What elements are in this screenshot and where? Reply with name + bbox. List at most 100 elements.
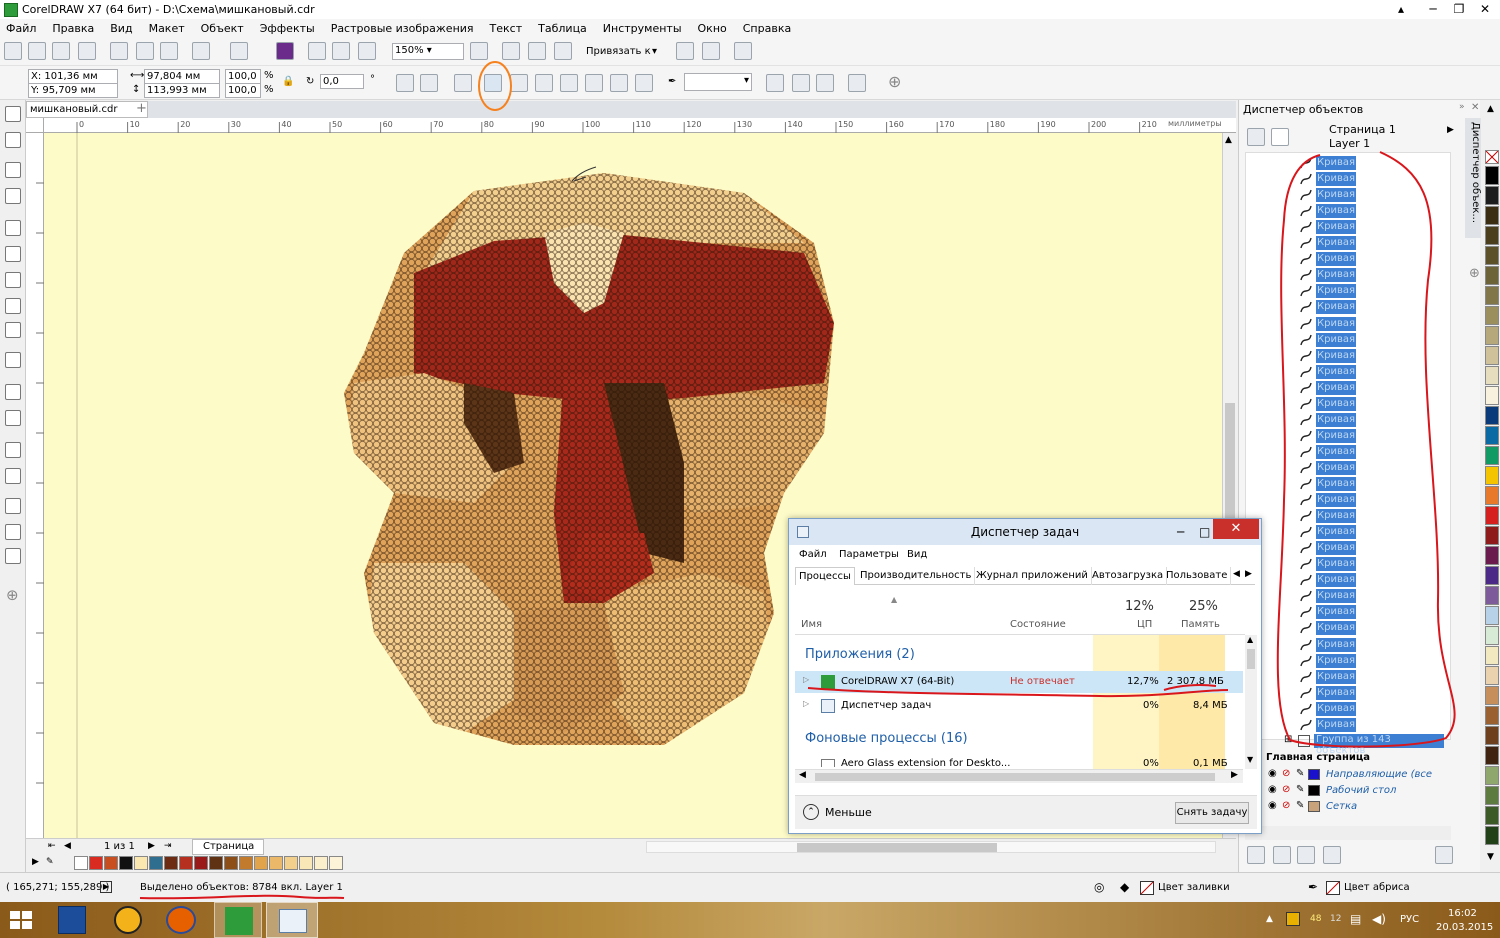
tree-item-curve[interactable]: Кривая [1296,155,1416,171]
tm-close-button[interactable]: ✕ [1213,519,1259,539]
parallel-dimension-tool-icon[interactable] [5,384,21,400]
process-row-aero[interactable]: Aero Glass extension for Deskto... 0% 0,… [795,755,1243,767]
palette-swatch[interactable] [1485,226,1499,245]
x-position-field[interactable]: X: 101,36 мм [28,69,118,84]
docker-h-scrollbar[interactable] [1245,826,1451,840]
visibility-eye-icon[interactable]: ◉ [1268,784,1277,795]
tree-item-curve[interactable]: Кривая [1296,396,1416,412]
redo-icon[interactable] [230,42,248,60]
menu-text[interactable]: Текст [490,22,523,35]
tm-h-scroll-thumb[interactable] [815,773,1215,781]
palette-swatch[interactable] [1485,526,1499,545]
tree-item-curve[interactable]: Кривая [1296,267,1416,283]
create-boundary-icon[interactable] [635,74,653,92]
tree-item-curve[interactable]: Кривая [1296,637,1416,653]
crop-tool-icon[interactable] [5,162,21,178]
maximize-button[interactable]: ❐ [1446,0,1472,19]
transparency-tool-icon[interactable] [5,468,21,484]
col-memory[interactable]: Память [1181,619,1220,630]
palette-swatch[interactable] [1485,466,1499,485]
end-task-button[interactable]: Снять задачу [1175,802,1249,824]
canvas-horizontal-scrollbar[interactable] [646,841,1216,853]
front-minus-back-icon[interactable] [585,74,603,92]
tab-users[interactable]: Пользовате [1163,567,1231,585]
intersect-icon[interactable] [535,74,553,92]
menu-view[interactable]: Вид [110,22,132,35]
menu-window[interactable]: Окно [698,22,727,35]
palette-swatch[interactable] [1485,746,1499,765]
trim-icon[interactable] [510,74,528,92]
menu-tools[interactable]: Инструменты [603,22,682,35]
scale-width-field[interactable]: 100,0 [225,69,261,84]
palette-swatch[interactable] [1485,166,1499,185]
outline-icon[interactable] [816,74,834,92]
print-icon[interactable] [78,42,96,60]
palette-swatch[interactable] [1485,646,1499,665]
tree-item-curve[interactable]: Кривая [1296,412,1416,428]
tree-item-curve[interactable]: Кривая [1296,540,1416,556]
process-row-coreldraw[interactable]: ▷ CorelDRAW X7 (64-Bit) Не отвечает 12,7… [795,671,1243,693]
palette-swatch[interactable] [194,856,208,870]
first-page-icon[interactable]: ⇤ [48,841,56,851]
process-row-taskmgr[interactable]: ▷ Диспетчер задач 0% 8,4 МБ [795,695,1243,717]
palette-swatch[interactable] [299,856,313,870]
language-indicator[interactable]: РУС [1400,914,1419,925]
deselect-icon[interactable] [792,74,810,92]
palette-swatch[interactable] [269,856,283,870]
palette-swatch[interactable] [89,856,103,870]
tree-item-curve[interactable]: Кривая [1296,316,1416,332]
tabs-scroll-left-icon[interactable]: ◀ [1233,569,1240,579]
network-icon[interactable]: ▤ [1350,912,1361,926]
palette-swatch[interactable] [149,856,163,870]
tree-item-curve[interactable]: Кривая [1296,572,1416,588]
menu-layout[interactable]: Макет [149,22,185,35]
col-status[interactable]: Состояние [1010,619,1066,630]
palette-swatch[interactable] [1485,326,1499,345]
palette-swatch[interactable] [1485,366,1499,385]
palette-swatch[interactable] [1485,346,1499,365]
tm-scroll-down-icon[interactable]: ▼ [1247,755,1253,764]
palette-swatch[interactable] [239,856,253,870]
text-tool-icon[interactable] [5,352,21,368]
docker-close-icon[interactable]: ✕ [1471,102,1479,113]
menu-effects[interactable]: Эффекты [260,22,315,35]
publish-pdf-icon[interactable] [358,42,376,60]
palette-swatch[interactable] [1485,806,1499,825]
clock-date[interactable]: 20.03.2015 [1436,922,1493,933]
snap-to-label[interactable]: Привязать к [586,46,651,57]
palette-swatch[interactable] [1485,426,1499,445]
volume-icon[interactable]: ◀) [1372,912,1386,926]
palette-swatch[interactable] [1485,626,1499,645]
tree-item-curve[interactable]: Кривая [1296,460,1416,476]
palette-swatch[interactable] [1485,306,1499,325]
palette-swatch[interactable] [314,856,328,870]
palette-swatch[interactable] [1485,506,1499,525]
ellipse-tool-icon[interactable] [5,298,21,314]
tabs-scroll-right-icon[interactable]: ▶ [1245,569,1252,579]
minimize-button[interactable]: ─ [1420,0,1446,19]
palette-swatch[interactable] [104,856,118,870]
select-all-icon[interactable] [766,74,784,92]
palette-swatch[interactable] [1485,546,1499,565]
new-master-layer-even-icon[interactable] [1323,846,1341,864]
grid-icon[interactable] [528,42,546,60]
tm-menu-view[interactable]: Вид [907,549,927,560]
master-layer-row[interactable]: ◉ ⊘ ✎ Направляющие (все [1268,767,1450,783]
status-play-icon[interactable]: ▶ [100,881,112,893]
tree-item-curve[interactable]: Кривая [1296,299,1416,315]
expand-row-icon[interactable]: ▷ [803,675,809,684]
align-icon[interactable] [848,74,866,92]
tree-item-curve[interactable]: Кривая [1296,492,1416,508]
tree-item-curve[interactable]: Кривая [1296,508,1416,524]
copy-icon[interactable] [136,42,154,60]
height-field[interactable]: 113,993 мм [144,83,220,98]
tm-menu-file[interactable]: Файл [799,549,827,560]
full-screen-icon[interactable] [470,42,488,60]
menu-object[interactable]: Объект [201,22,244,35]
print-lock-icon[interactable]: ⊘ [1282,800,1290,811]
cut-icon[interactable] [110,42,128,60]
zoom-tool-icon[interactable] [5,188,21,204]
palette-swatch[interactable] [329,856,343,870]
rulers-icon[interactable] [502,42,520,60]
master-layer-row[interactable]: ◉ ⊘ ✎ Рабочий стол [1268,783,1450,799]
